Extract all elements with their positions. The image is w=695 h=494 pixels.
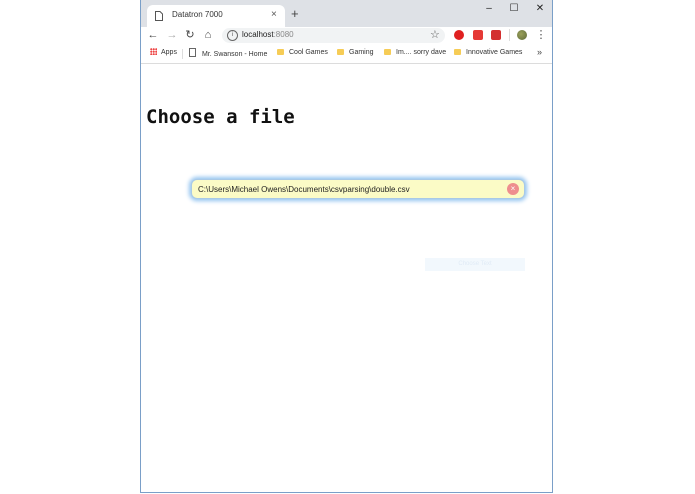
- file-path-input[interactable]: [191, 179, 525, 199]
- bookmark-innovative-games[interactable]: Innovative Games: [454, 48, 522, 58]
- folder-icon: [384, 49, 391, 55]
- choose-text-button[interactable]: Choose Text: [425, 258, 525, 271]
- opera-extension-icon[interactable]: [454, 30, 464, 40]
- apps-grid-icon: [150, 48, 157, 55]
- title-bar: Datatron 7000 × + – ☐ ✕: [141, 0, 552, 27]
- browser-window: Datatron 7000 × + – ☐ ✕ ← → ↻ ⌂ i localh…: [140, 0, 553, 493]
- browser-tab[interactable]: Datatron 7000 ×: [147, 5, 285, 27]
- forward-button[interactable]: →: [165, 28, 179, 42]
- close-window-button[interactable]: ✕: [533, 3, 547, 15]
- tab-close-icon[interactable]: ×: [271, 9, 277, 21]
- bookmark-cool-games[interactable]: Cool Games: [277, 48, 328, 58]
- clear-input-icon[interactable]: ×: [507, 183, 519, 195]
- reload-button[interactable]: ↻: [183, 28, 197, 42]
- bookmark-mr-swanson[interactable]: Mr. Swanson - Home: [189, 48, 267, 60]
- home-button[interactable]: ⌂: [201, 28, 215, 42]
- toolbar-divider: [509, 29, 510, 41]
- url-text: localhost:8080: [242, 30, 294, 39]
- bookmark-sorry-dave[interactable]: Im.... sorry dave: [384, 48, 446, 58]
- bookmarks-bar: Apps Mr. Swanson - Home Cool Games Gamin…: [141, 45, 552, 64]
- menu-icon[interactable]: ⋮: [534, 28, 548, 42]
- url-host: localhost: [242, 30, 274, 39]
- bookmark-label: Innovative Games: [466, 49, 523, 56]
- browser-toolbar: ← → ↻ ⌂ i localhost:8080 ☆ ⋮: [141, 27, 552, 45]
- folder-icon: [337, 49, 344, 55]
- tab-title: Datatron 7000: [172, 10, 223, 19]
- bookmark-label: Im.... sorry dave: [396, 49, 447, 56]
- minimize-button[interactable]: –: [482, 3, 496, 15]
- back-button[interactable]: ←: [146, 28, 160, 42]
- profile-avatar[interactable]: [517, 30, 527, 40]
- bookmark-label: Mr. Swanson - Home: [202, 51, 268, 58]
- bookmark-label: Apps: [161, 49, 177, 56]
- video-extension-icon[interactable]: [473, 30, 483, 40]
- page-icon: [189, 48, 196, 57]
- folder-icon: [277, 49, 284, 55]
- bookmark-label: Gaming: [349, 49, 374, 56]
- new-tab-button[interactable]: +: [291, 7, 299, 20]
- bookmark-apps[interactable]: Apps: [150, 48, 177, 58]
- url-port: :8080: [273, 30, 294, 39]
- info-icon[interactable]: i: [227, 30, 238, 41]
- address-bar[interactable]: i localhost:8080 ☆: [222, 28, 445, 43]
- bookmarks-overflow-icon[interactable]: »: [537, 47, 542, 57]
- page-icon: [155, 11, 163, 21]
- maximize-button[interactable]: ☐: [507, 3, 521, 15]
- bookmark-gaming[interactable]: Gaming: [337, 48, 374, 58]
- shopping-extension-icon[interactable]: [491, 30, 501, 40]
- bookmark-star-icon[interactable]: ☆: [430, 28, 440, 43]
- bookmark-label: Cool Games: [289, 49, 328, 56]
- page-title: Choose a file: [146, 106, 295, 128]
- bookmark-divider: [182, 49, 183, 59]
- folder-icon: [454, 49, 461, 55]
